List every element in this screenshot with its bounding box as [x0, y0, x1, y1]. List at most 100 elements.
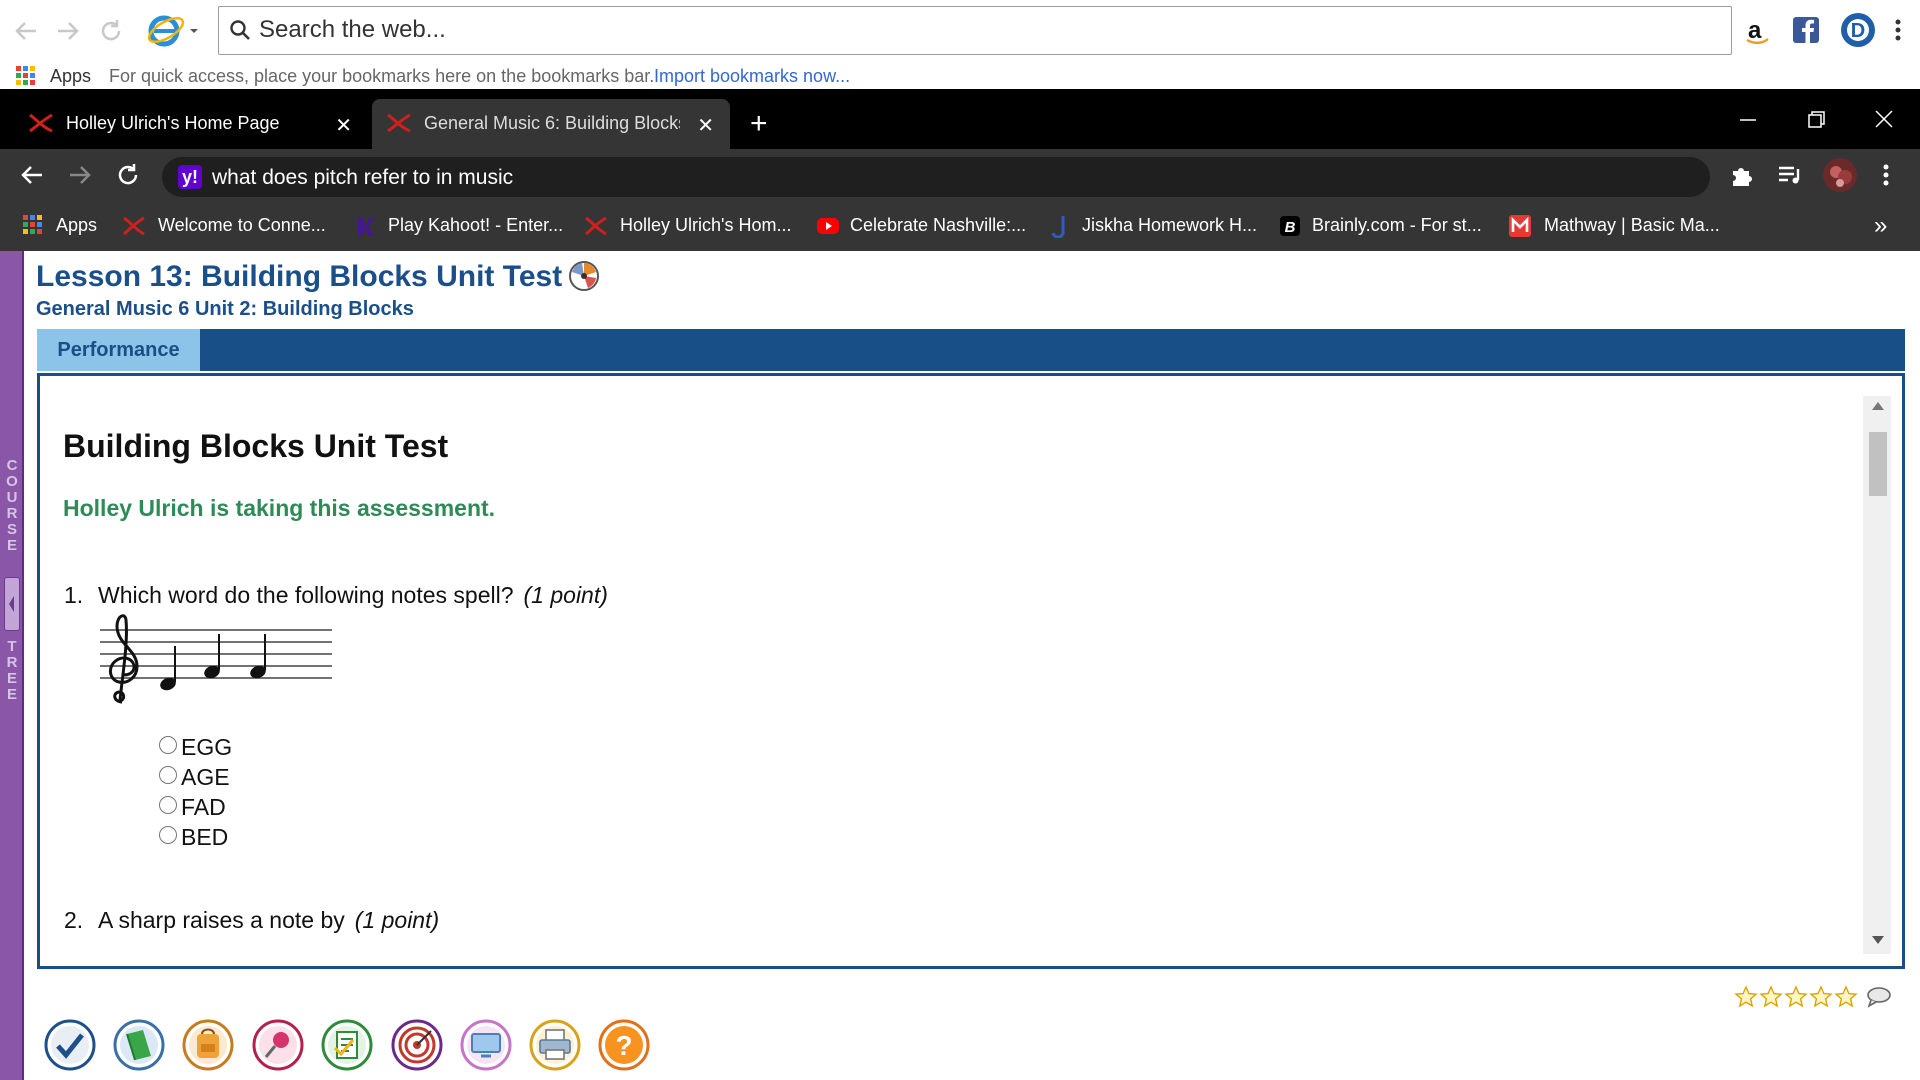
profile-avatar[interactable] [1822, 157, 1858, 193]
pushpin-tool-icon[interactable] [251, 1018, 305, 1072]
course-tree-letter: R [6, 505, 18, 522]
outer-apps-link[interactable]: Apps [50, 66, 91, 87]
answer-radio[interactable] [159, 826, 177, 844]
extensions-icon[interactable] [1728, 161, 1756, 189]
assessment-heading: Building Blocks Unit Test [63, 428, 449, 464]
tab-home-page[interactable]: Holley Ulrich's Home Page ✕ [0, 99, 370, 149]
youtube-icon [816, 214, 840, 238]
outer-search-input[interactable] [259, 15, 1659, 45]
star-rating[interactable] [1734, 985, 1859, 1014]
star-icon[interactable] [1834, 985, 1858, 1009]
media-queue-icon[interactable] [1776, 161, 1804, 189]
lesson-title: Lesson 13: Building Blocks Unit Test [36, 260, 563, 293]
answer-radio[interactable] [159, 796, 177, 814]
course-tree-toggle-handle[interactable] [4, 577, 20, 631]
close-icon[interactable]: ✕ [697, 113, 714, 138]
comment-icon[interactable] [1866, 986, 1892, 1008]
question-number: 2. [64, 907, 84, 933]
star-icon[interactable] [1784, 985, 1808, 1009]
outer-search-box[interactable] [218, 6, 1732, 55]
bookmarks-hint-text: For quick access, place your bookmarks h… [109, 66, 655, 86]
window-close-icon[interactable] [1864, 105, 1904, 135]
tab-performance[interactable]: Performance [37, 329, 200, 371]
close-icon[interactable]: ✕ [335, 113, 352, 138]
jiskha-icon [1048, 214, 1072, 238]
outer-back-button[interactable] [12, 14, 40, 48]
connexus-icon [584, 214, 608, 238]
book-tool-icon[interactable] [112, 1018, 166, 1072]
forward-button[interactable] [66, 161, 94, 189]
outer-menu-icon[interactable] [1888, 14, 1908, 46]
amazon-icon[interactable]: a [1742, 14, 1774, 46]
treble-clef-icon [109, 614, 139, 704]
menu-icon[interactable] [1876, 161, 1896, 189]
bookmark-label: Apps [56, 215, 98, 235]
answer-label: EGG [181, 734, 233, 760]
course-tree-panel[interactable]: COURSE TREE [0, 251, 24, 1080]
new-tab-button[interactable]: + [750, 109, 768, 139]
course-tree-letter: S [6, 521, 17, 538]
tab-general-music[interactable]: General Music 6: Building Blocks ✕ [372, 99, 730, 149]
course-tree-letter: C [6, 457, 18, 474]
minimize-icon[interactable] [1728, 105, 1768, 135]
answer-radio[interactable] [159, 736, 177, 754]
outer-reload-button[interactable] [97, 14, 125, 48]
question-text: Which word do the following notes spell? [98, 582, 514, 608]
bookmarks-bar: Apps Welcome to Conne... Play Kahoot! - … [0, 199, 1920, 251]
course-tree-letter: T [7, 638, 17, 655]
lesson-tab-bar: Performance [37, 329, 1905, 371]
target-tool-icon[interactable] [390, 1018, 444, 1072]
apps-grid-icon [22, 214, 46, 238]
connexus-icon [28, 113, 54, 133]
svg-text:a: a [1748, 17, 1762, 44]
monitor-tool-icon[interactable] [459, 1018, 513, 1072]
question-points: (1 point) [523, 582, 608, 608]
bookmarks-overflow-button[interactable]: » [1874, 212, 1887, 240]
scroll-thumb[interactable] [1869, 432, 1887, 496]
star-icon[interactable] [1759, 985, 1783, 1009]
facebook-icon[interactable] [1790, 14, 1822, 46]
print-tool-icon[interactable] [528, 1018, 582, 1072]
ie-logo-icon[interactable] [146, 10, 200, 50]
search-icon [229, 19, 251, 41]
course-tree-letter: U [6, 489, 18, 506]
bookmark-label: Celebrate Nashville:... [850, 215, 1027, 235]
answer-label: AGE [181, 764, 230, 790]
course-tree-letter: E [6, 686, 17, 703]
address-bar[interactable]: y! what does pitch refer to in music [162, 157, 1710, 197]
scroll-up-arrow[interactable] [1872, 402, 1884, 410]
tab-label: General Music 6: Building Blocks [424, 113, 680, 133]
star-icon[interactable] [1809, 985, 1833, 1009]
tab-label: Holley Ulrich's Home Page [66, 113, 280, 133]
star-icon[interactable] [1734, 985, 1758, 1009]
bookmark-label: Welcome to Conne... [158, 215, 326, 235]
frame-scrollbar[interactable] [1863, 396, 1891, 954]
svg-text:?: ? [615, 1030, 632, 1061]
connexus-icon [122, 214, 146, 238]
outer-bookmarks-bar: Apps For quick access, place your bookma… [0, 61, 1920, 89]
backpack-tool-icon[interactable] [181, 1018, 235, 1072]
bookmark-label: Play Kahoot! - Enter... [388, 215, 564, 235]
bookmark-label: Jiskha Homework H... [1082, 215, 1258, 235]
lesson-subtitle: General Music 6 Unit 2: Building Blocks [36, 298, 414, 320]
yahoo-icon: y! [178, 165, 202, 189]
import-bookmarks-link[interactable]: Import bookmarks now... [654, 66, 850, 87]
restore-icon[interactable] [1796, 105, 1836, 135]
profile-avatar[interactable]: D [1840, 12, 1876, 48]
course-tree-letter: E [6, 670, 17, 687]
checkmark-tool-icon[interactable] [43, 1018, 97, 1072]
help-tool-icon[interactable]: ? [597, 1018, 651, 1072]
address-text[interactable]: what does pitch refer to in music [212, 166, 513, 190]
answer-radio[interactable] [159, 766, 177, 784]
assessment-icon[interactable] [568, 260, 600, 292]
outer-forward-button[interactable] [54, 14, 82, 48]
reload-button[interactable] [114, 161, 142, 189]
worksheet-tool-icon[interactable] [320, 1018, 374, 1072]
bookmark-label: Mathway | Basic Ma... [1544, 215, 1720, 235]
apps-grid-icon[interactable] [16, 66, 36, 86]
tab-strip: Holley Ulrich's Home Page ✕ General Musi… [0, 89, 1920, 149]
back-button[interactable] [18, 161, 46, 189]
scroll-down-arrow[interactable] [1872, 936, 1884, 944]
question-points: (1 point) [354, 907, 440, 933]
music-staff-image [98, 612, 334, 708]
